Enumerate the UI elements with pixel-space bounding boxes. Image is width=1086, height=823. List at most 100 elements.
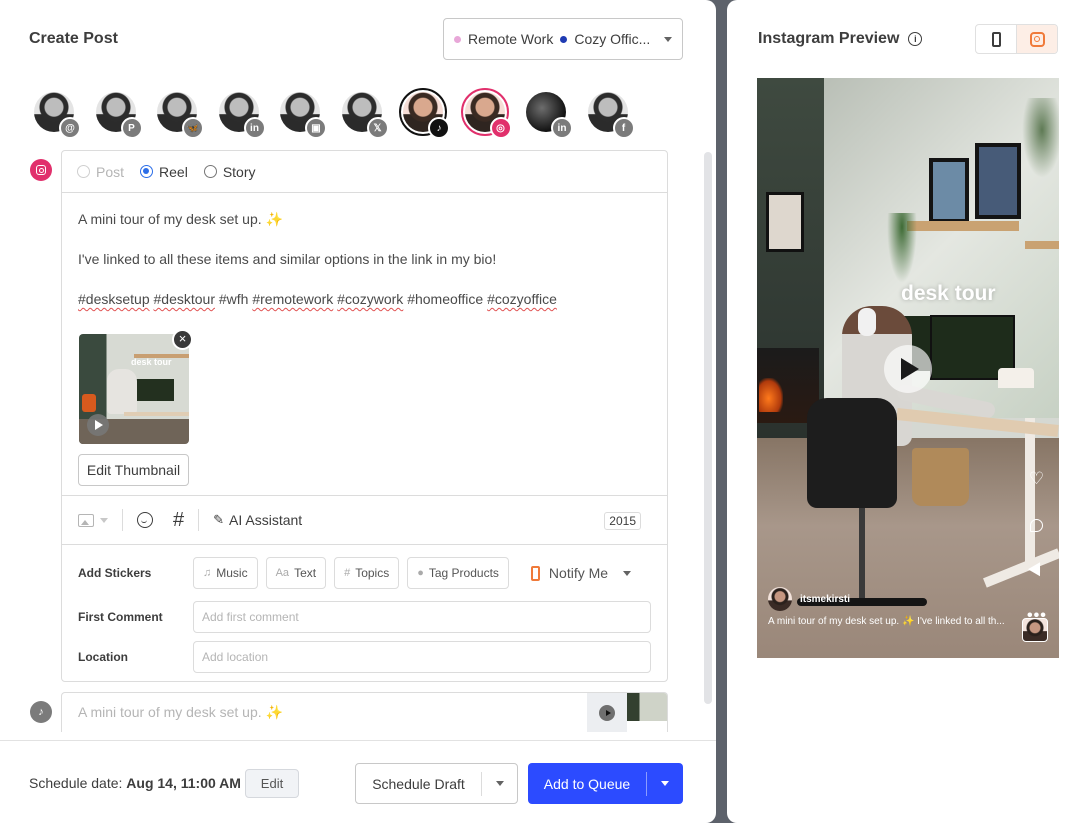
schedule-draft-button[interactable]: Schedule Draft: [355, 763, 518, 804]
caption-line: A mini tour of my desk set up. ✨: [78, 211, 283, 227]
hashtag: #desksetup: [78, 291, 150, 307]
edit-schedule-button[interactable]: Edit: [245, 769, 299, 798]
account-linkedin-page[interactable]: in: [526, 92, 573, 139]
account-linkedin[interactable]: in: [218, 92, 266, 139]
tiktok-icon: ♪: [30, 701, 52, 723]
chevron-down-icon: [100, 517, 108, 523]
music-icon: ♫: [203, 567, 212, 579]
play-icon: [901, 358, 919, 380]
radio-icon: [140, 165, 154, 178]
phone-icon: [991, 31, 1001, 47]
sparkles-icon: ✨: [265, 211, 283, 227]
sticker-text-button[interactable]: Aa Text: [265, 557, 327, 589]
magic-wand-icon: ✎: [213, 512, 225, 527]
remove-media-button[interactable]: ×: [172, 329, 193, 350]
image-icon: [78, 513, 94, 527]
chevron-down-icon: [661, 781, 669, 786]
linkedin-icon: in: [551, 117, 573, 139]
play-button[interactable]: [884, 345, 932, 393]
hashtag: #remotework: [252, 291, 334, 307]
share-button[interactable]: [1027, 548, 1046, 593]
linkedin-icon: in: [243, 117, 266, 139]
scrollbar[interactable]: [704, 152, 712, 704]
tag-chip: Cozy Offic...: [560, 31, 650, 47]
x-icon: 𝕏: [366, 117, 389, 139]
hashtag-line: #desksetup #desktour #wfh #remotework #c…: [78, 289, 557, 309]
create-post-panel: Create Post Remote Work Cozy Offic... @ …: [0, 0, 716, 823]
emoji-icon: [137, 512, 153, 528]
hashtag: #desktour: [153, 291, 215, 307]
hashtag-button[interactable]: #: [173, 509, 184, 532]
chevron-down-icon: [623, 570, 632, 576]
post-type-post[interactable]: Post: [77, 164, 124, 180]
page-title: Create Post: [29, 30, 118, 47]
post-type-story[interactable]: Story: [203, 164, 256, 180]
avatar: [768, 587, 792, 611]
ai-assistant-button[interactable]: ✎ AI Assistant: [213, 512, 302, 528]
reel-overlay-text: desk tour: [901, 282, 996, 305]
phone-icon: [530, 565, 540, 581]
threads-icon: @: [59, 117, 81, 139]
device-preview-button[interactable]: [976, 25, 1016, 53]
account-bluesky[interactable]: 🦋: [157, 92, 204, 139]
chevron-down-icon: [664, 37, 672, 42]
sticker-tag-products-button[interactable]: ● Tag Products: [407, 557, 509, 589]
account-google-business[interactable]: ▣: [280, 92, 327, 139]
text-icon: Aa: [275, 567, 290, 579]
bluesky-icon: 🦋: [182, 117, 204, 139]
reel-preview[interactable]: desk tour ••• itsmekirsti A mini tour of…: [757, 78, 1059, 658]
tiktok-preview-text: A mini tour of my desk set up. ✨: [78, 704, 283, 720]
play-icon: [599, 705, 615, 721]
edit-thumbnail-button[interactable]: Edit Thumbnail: [78, 454, 189, 486]
add-to-queue-button[interactable]: Add to Queue: [528, 763, 683, 804]
account-x[interactable]: 𝕏: [341, 92, 389, 139]
account-instagram[interactable]: ◎: [460, 88, 512, 139]
sticker-music-button[interactable]: ♫ Music: [193, 557, 258, 589]
schedule-date: Schedule date: Aug 14, 11:00 AM: [29, 775, 241, 791]
chevron-down-icon: [495, 781, 504, 786]
account-tiktok[interactable]: ♪: [399, 88, 450, 139]
account-selector: @ P 🦋 in ▣ 𝕏 ♪ ◎ in f: [34, 88, 649, 139]
username: itsmekirsti: [800, 593, 851, 605]
tiktok-composer-collapsed[interactable]: A mini tour of my desk set up. ✨: [61, 692, 668, 732]
tag-chip: Remote Work: [454, 31, 553, 47]
account-facebook[interactable]: f: [587, 92, 635, 139]
caption-editor[interactable]: A mini tour of my desk set up. ✨ I've li…: [78, 209, 557, 329]
like-button[interactable]: [1029, 458, 1044, 503]
video-thumbnail[interactable]: desk tour: [79, 334, 189, 444]
play-icon[interactable]: [87, 414, 109, 436]
pinterest-icon: P: [120, 117, 143, 139]
account-pinterest[interactable]: P: [95, 92, 143, 139]
shopping-bag-icon: ●: [417, 567, 424, 579]
first-comment-label: First Comment: [78, 610, 163, 624]
notify-me-dropdown[interactable]: Notify Me: [530, 565, 632, 581]
preview-mode-toggle: [975, 24, 1058, 54]
hashtag: #cozywork: [337, 291, 404, 307]
hashtag: #homeoffice: [407, 291, 484, 307]
preview-panel: Instagram Preview i desk tour ••• itsmek…: [727, 0, 1086, 823]
post-type-reel[interactable]: Reel: [140, 164, 188, 180]
caption-line: I've linked to all these items and simil…: [78, 251, 497, 267]
tags-dropdown[interactable]: Remote Work Cozy Offic...: [443, 18, 683, 60]
location-row: Location: [78, 641, 652, 673]
account-threads[interactable]: @: [34, 92, 81, 139]
schedule-draft-menu-button[interactable]: [482, 781, 517, 786]
hashtag: #cozyoffice: [487, 291, 557, 307]
comment-button[interactable]: [1030, 503, 1044, 548]
add-to-queue-menu-button[interactable]: [647, 781, 683, 786]
instagram-icon: [1029, 31, 1045, 47]
divider: [122, 509, 123, 531]
divider: [198, 509, 200, 531]
emoji-button[interactable]: [137, 512, 153, 528]
post-type-selector: Post Reel Story: [62, 151, 667, 193]
instagram-preview-button[interactable]: [1016, 25, 1057, 53]
add-media-button[interactable]: [78, 513, 108, 527]
first-comment-input[interactable]: [193, 601, 651, 633]
reel-caption: A mini tour of my desk set up. ✨ I've li…: [768, 616, 1005, 627]
tag-color-dot: [454, 35, 461, 43]
instagram-composer: Post Reel Story A mini tour of my desk s…: [61, 150, 668, 682]
character-count: 2015: [604, 512, 641, 530]
sticker-topics-button[interactable]: # Topics: [334, 557, 400, 589]
location-input[interactable]: [193, 641, 651, 673]
info-icon[interactable]: i: [908, 32, 923, 46]
